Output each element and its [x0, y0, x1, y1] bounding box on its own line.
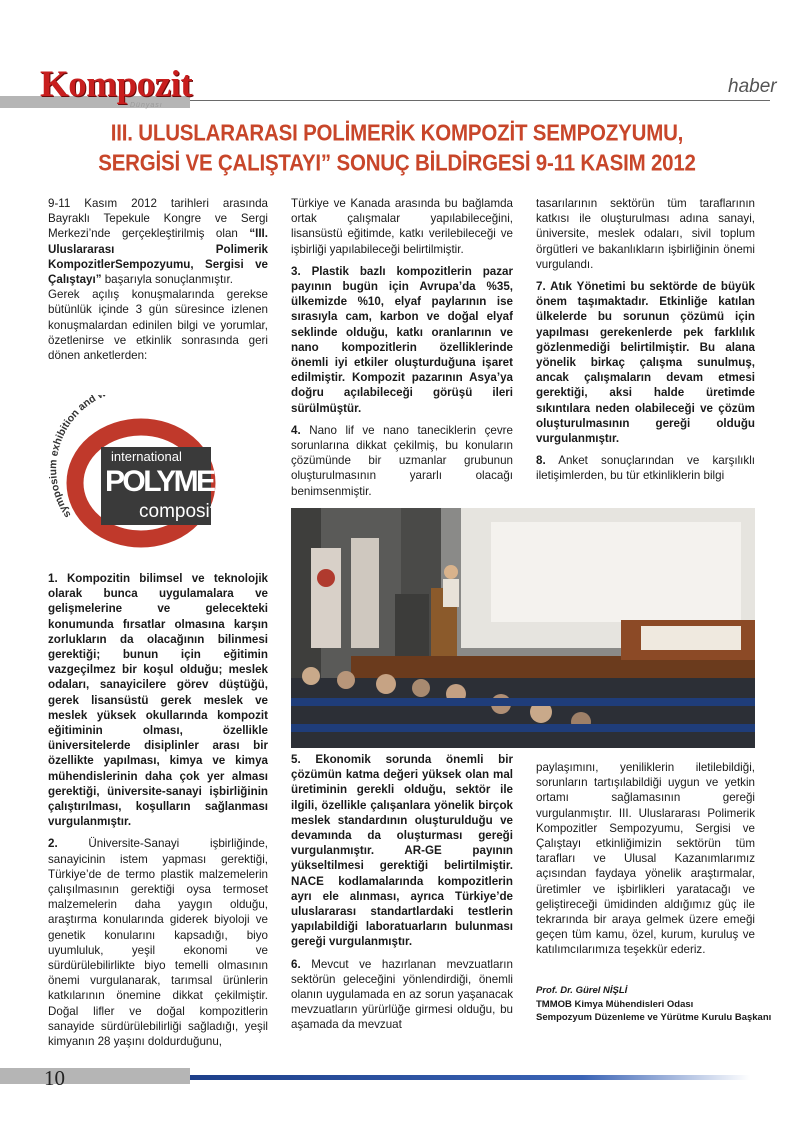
conference-photo — [291, 508, 755, 748]
item-3-text: Plastik bazlı kompozitlerin pazar payını… — [291, 264, 513, 415]
item-5-number: 5. — [291, 753, 301, 766]
item-1-text: Kompozitin bilimsel ve teknolojik olarak… — [48, 572, 268, 829]
page-number: 10 — [44, 1066, 65, 1090]
magazine-logo-subtitle: Dünyası — [130, 102, 163, 109]
intro-paragraph-2: Gerek açılış konuşmalarında gerekse bütü… — [48, 288, 268, 363]
column-3-top: tasarılarının sektörün tüm taraflarının … — [536, 196, 755, 484]
item-1-number: 1. — [48, 572, 58, 585]
item-4-text: Nano lif ve nano taneciklerin çevre soru… — [291, 423, 513, 498]
polymeric-composites-logo: symposium exhibition and workshop intern… — [47, 381, 269, 555]
item-1: 1. Kompozitin bilimsel ve teknolojik ola… — [48, 571, 268, 829]
column-1-bottom: 1. Kompozitin bilimsel ve teknolojik ola… — [48, 571, 268, 1049]
signature-organization: TMMOB Kimya Mühendisleri Odası — [536, 998, 694, 1010]
column-1-top: 9-11 Kasım 2012 tarihleri arasında Bayra… — [48, 196, 268, 363]
logo-line-composites: composites — [139, 501, 235, 522]
item-6-number: 6. — [291, 957, 301, 971]
signature-name: Prof. Dr. Gürel NİŞLİ — [536, 985, 628, 996]
logo-line-polymeric: POLYMERIC — [105, 465, 260, 498]
article-title-line-1: III. ULUSLARARASI POLİMERİK KOMPOZİT SEM… — [110, 120, 684, 147]
item-5-text: Ekonomik sorunda önemli bir çözümün katm… — [291, 753, 513, 949]
article-title-line-2: SERGİSİ VE ÇALIŞTAYI” SONUÇ BİLDİRGESİ 9… — [98, 150, 696, 177]
footer-gray-bar — [0, 1068, 190, 1084]
item-4-number: 4. — [291, 423, 301, 437]
item-2: 2. Üniversite-Sanayi işbirliğinde, sanay… — [48, 836, 268, 1049]
column-2-bottom: 5. Ekonomik sorunda önemli bir çözümün k… — [291, 752, 513, 1033]
column-2-top: Türkiye ve Kanada arasında bu bağlamda o… — [291, 196, 513, 499]
item-5: 5. Ekonomik sorunda önemli bir çözümün k… — [291, 752, 513, 950]
col2-continuation: Türkiye ve Kanada arasında bu bağlamda o… — [291, 197, 513, 256]
col3-continuation: tasarılarının sektörün tüm taraflarının … — [536, 197, 755, 271]
item-2-text: Üniversite-Sanayi işbirliğinde, sanayici… — [48, 837, 268, 1049]
signature-block: Prof. Dr. Gürel NİŞLİ TMMOB Kimya Mühend… — [536, 984, 771, 1025]
intro-text-end: başarıyla sonuçlanmıştır. — [101, 273, 233, 287]
item-8-number: 8. — [536, 454, 546, 468]
logo-line-international: international — [111, 449, 182, 464]
item-6: 6. Mevcut ve hazırlanan mevzuatların sek… — [291, 957, 513, 1033]
header-rule — [190, 100, 770, 101]
column-3-bottom: paylaşımını, yeniliklerin iletilebildiği… — [536, 760, 755, 958]
item-8: 8. Anket sonuçlarından ve karşılıklı ile… — [536, 453, 755, 483]
section-label: haber — [728, 76, 777, 97]
intro-text: 9-11 Kasım 2012 tarihleri arasında Bayra… — [48, 197, 268, 241]
magazine-logo: Kompozit — [40, 64, 193, 105]
item-6-text: Mevcut ve hazırlanan mevzuatların sektör… — [291, 957, 513, 1032]
item-7-number: 7. — [536, 280, 546, 294]
item-3-number: 3. — [291, 264, 301, 278]
closing-paragraph: paylaşımını, yeniliklerin iletilebildiği… — [536, 761, 755, 957]
intro-paragraph: 9-11 Kasım 2012 tarihleri arasında Bayra… — [48, 196, 268, 287]
item-7-text: Atık Yönetimi bu sektörde de büyük önem … — [536, 280, 756, 446]
item-7: 7. Atık Yönetimi bu sektörde de büyük ön… — [536, 279, 755, 446]
item-4: 4. Nano lif ve nano taneciklerin çevre s… — [291, 423, 513, 499]
footer-blue-rule — [190, 1075, 750, 1080]
item-2-number: 2. — [48, 837, 58, 851]
signature-role: Sempozyum Düzenleme ve Yürütme Kurulu Ba… — [536, 1012, 772, 1023]
item-3: 3. Plastik bazlı kompozitlerin pazar pay… — [291, 264, 513, 416]
item-8-text: Anket sonuçlarından ve karşılıklı iletiş… — [536, 454, 755, 483]
